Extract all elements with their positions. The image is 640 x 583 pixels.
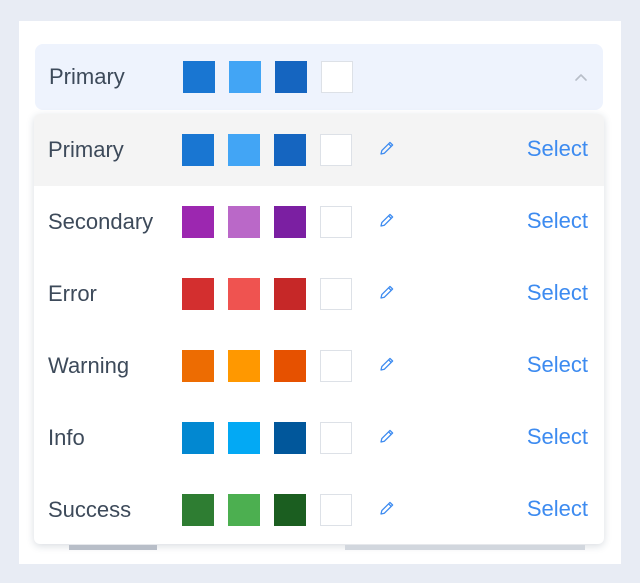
- color-swatch-main: [182, 134, 214, 166]
- color-swatch-contrast: [320, 206, 352, 238]
- menu-item-error[interactable]: Error Select: [34, 258, 604, 330]
- select-button[interactable]: Select: [527, 208, 588, 234]
- clipped-content-row: [69, 545, 605, 550]
- chevron-up-icon[interactable]: [573, 70, 589, 84]
- select-button[interactable]: Select: [527, 352, 588, 378]
- color-swatch-contrast: [321, 61, 353, 93]
- select-button[interactable]: Select: [527, 136, 588, 162]
- palette-swatches: [182, 422, 366, 454]
- pencil-icon[interactable]: [377, 210, 397, 230]
- color-swatch-main: [182, 206, 214, 238]
- clipped-text-fragment: [345, 545, 585, 550]
- select-button[interactable]: Select: [527, 280, 588, 306]
- color-swatch-contrast: [320, 134, 352, 166]
- pencil-icon[interactable]: [377, 354, 397, 374]
- color-swatch-dark: [274, 350, 306, 382]
- palette-name: Info: [48, 425, 85, 450]
- color-swatch-contrast: [320, 422, 352, 454]
- color-swatch-dark: [274, 134, 306, 166]
- color-swatch-light: [228, 494, 260, 526]
- color-swatch-contrast: [320, 494, 352, 526]
- color-swatch-light: [228, 134, 260, 166]
- color-swatch-light: [228, 422, 260, 454]
- color-swatch-main: [182, 422, 214, 454]
- palette-swatches: [182, 206, 366, 238]
- color-swatch-light: [228, 350, 260, 382]
- color-swatch-main: [182, 494, 214, 526]
- color-swatch-dark: [275, 61, 307, 93]
- select-button[interactable]: Select: [527, 424, 588, 450]
- color-swatch-contrast: [320, 350, 352, 382]
- color-swatch-dark: [274, 494, 306, 526]
- palette-panel: Primary Primary Select Secondary Select …: [19, 21, 621, 564]
- color-swatch-light: [229, 61, 261, 93]
- palette-select[interactable]: Primary: [35, 44, 603, 110]
- clipped-text-fragment: [69, 545, 157, 550]
- menu-item-secondary[interactable]: Secondary Select: [34, 186, 604, 258]
- palette-name: Secondary: [48, 209, 154, 234]
- pencil-icon[interactable]: [377, 426, 397, 446]
- color-swatch-dark: [274, 206, 306, 238]
- palette-swatches: [182, 350, 366, 382]
- menu-item-success[interactable]: Success Select: [34, 474, 604, 544]
- pencil-icon[interactable]: [377, 282, 397, 302]
- color-swatch-main: [182, 278, 214, 310]
- palette-dropdown-menu: Primary Select Secondary Select Error Se…: [34, 114, 604, 544]
- menu-item-primary[interactable]: Primary Select: [34, 114, 604, 186]
- selected-swatches: [183, 61, 367, 93]
- menu-item-info[interactable]: Info Select: [34, 402, 604, 474]
- palette-swatches: [182, 134, 366, 166]
- selected-palette-label: Primary: [49, 64, 125, 89]
- pencil-icon[interactable]: [377, 138, 397, 158]
- color-swatch-main: [183, 61, 215, 93]
- color-swatch-light: [228, 278, 260, 310]
- palette-name: Primary: [48, 137, 124, 162]
- color-swatch-light: [228, 206, 260, 238]
- palette-name: Error: [48, 281, 97, 306]
- pencil-icon[interactable]: [377, 498, 397, 518]
- color-swatch-main: [182, 350, 214, 382]
- color-swatch-dark: [274, 422, 306, 454]
- select-button[interactable]: Select: [527, 496, 588, 522]
- palette-swatches: [182, 278, 366, 310]
- color-swatch-dark: [274, 278, 306, 310]
- menu-item-warning[interactable]: Warning Select: [34, 330, 604, 402]
- color-swatch-contrast: [320, 278, 352, 310]
- palette-name: Success: [48, 497, 132, 522]
- palette-swatches: [182, 494, 366, 526]
- palette-name: Warning: [48, 353, 130, 378]
